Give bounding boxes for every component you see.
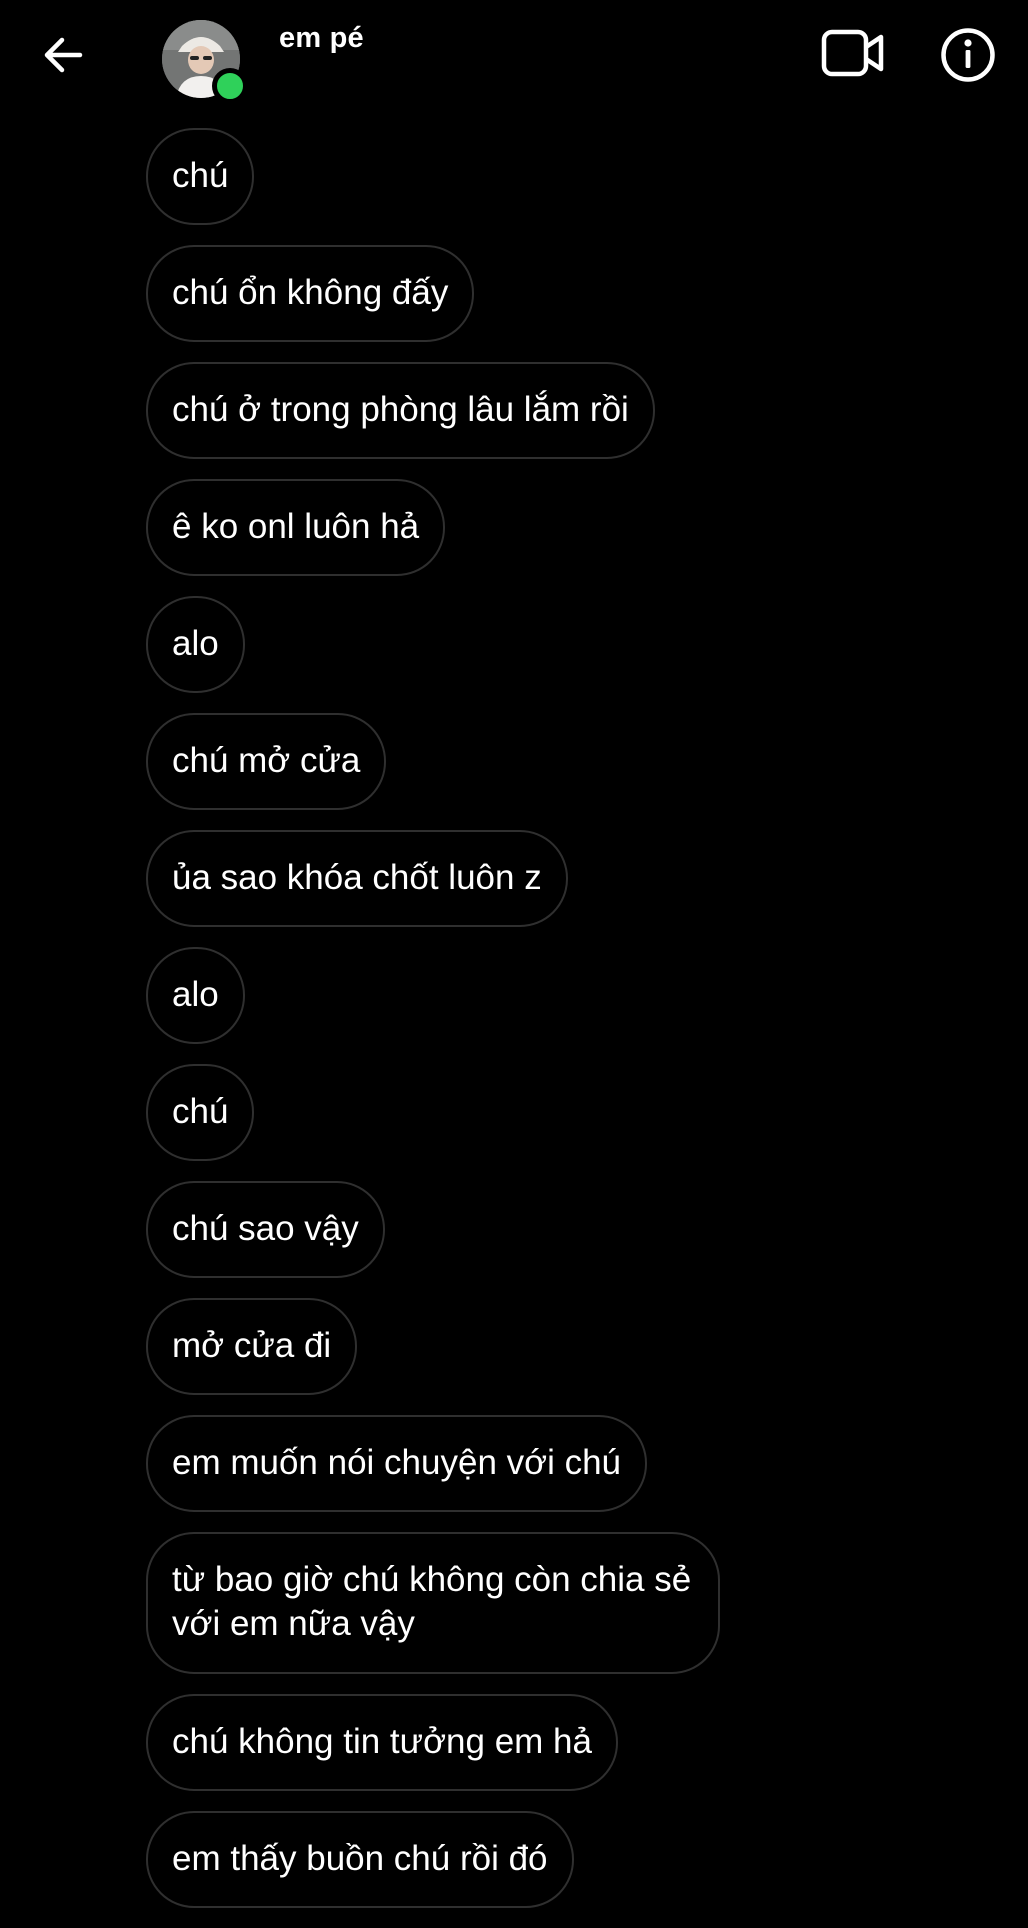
message-bubble[interactable]: chú không tin tưởng em hả [146, 1694, 618, 1791]
contact-name[interactable]: em pé [279, 22, 364, 55]
message-bubble[interactable]: chú [146, 1064, 255, 1161]
online-status-dot [212, 68, 248, 104]
message-bubble[interactable]: từ bao giờ chú không còn chia sẻ với em … [146, 1532, 720, 1674]
message-bubble[interactable]: chú mở cửa [146, 713, 387, 810]
info-icon [941, 28, 995, 82]
message-text: chú [172, 1092, 229, 1131]
chat-header: em pé [0, 0, 1028, 120]
message-text: ủa sao khóa chốt luôn z [172, 858, 542, 897]
message-bubble[interactable]: chú sao vậy [146, 1181, 385, 1278]
info-button[interactable] [940, 27, 996, 83]
message-bubble[interactable]: em thấy buồn chú rồi đó [146, 1811, 574, 1908]
message-text: ê ko onl luôn hả [172, 507, 420, 546]
message-bubble[interactable]: em muốn nói chuyện với chú [146, 1415, 648, 1512]
message-text: alo [172, 624, 219, 663]
contact-avatar[interactable] [162, 20, 248, 104]
message-text: chú [172, 156, 229, 195]
video-camera-icon [821, 29, 884, 77]
message-text: mở cửa đi [172, 1326, 332, 1365]
message-text: chú sao vậy [172, 1209, 359, 1248]
message-bubble[interactable]: alo [146, 947, 245, 1044]
message-bubble[interactable]: alo [146, 596, 245, 693]
message-text: từ bao giờ chú không còn chia sẻ với em … [172, 1560, 692, 1643]
message-text: chú ở trong phòng lâu lắm rồi [172, 390, 629, 429]
message-bubble[interactable]: ê ko onl luôn hả [146, 479, 446, 576]
message-bubble[interactable]: chú ở trong phòng lâu lắm rồi [146, 362, 655, 459]
message-text: alo [172, 975, 219, 1014]
message-text: chú ổn không đấy [172, 273, 449, 312]
message-text: em thấy buồn chú rồi đó [172, 1839, 548, 1878]
message-text: chú mở cửa [172, 741, 361, 780]
message-bubble[interactable]: chú [146, 128, 255, 225]
message-text: chú không tin tưởng em hả [172, 1722, 592, 1761]
video-call-button[interactable] [820, 26, 886, 82]
message-text: em muốn nói chuyện với chú [172, 1443, 622, 1482]
message-bubble[interactable]: mở cửa đi [146, 1298, 358, 1395]
message-bubble[interactable]: ủa sao khóa chốt luôn z [146, 830, 568, 927]
arrow-left-icon [44, 37, 83, 73]
back-button[interactable] [38, 30, 88, 80]
message-bubble[interactable]: chú ổn không đấy [146, 245, 475, 342]
message-list: chú chú ổn không đấy chú ở trong phòng l… [146, 128, 886, 1928]
